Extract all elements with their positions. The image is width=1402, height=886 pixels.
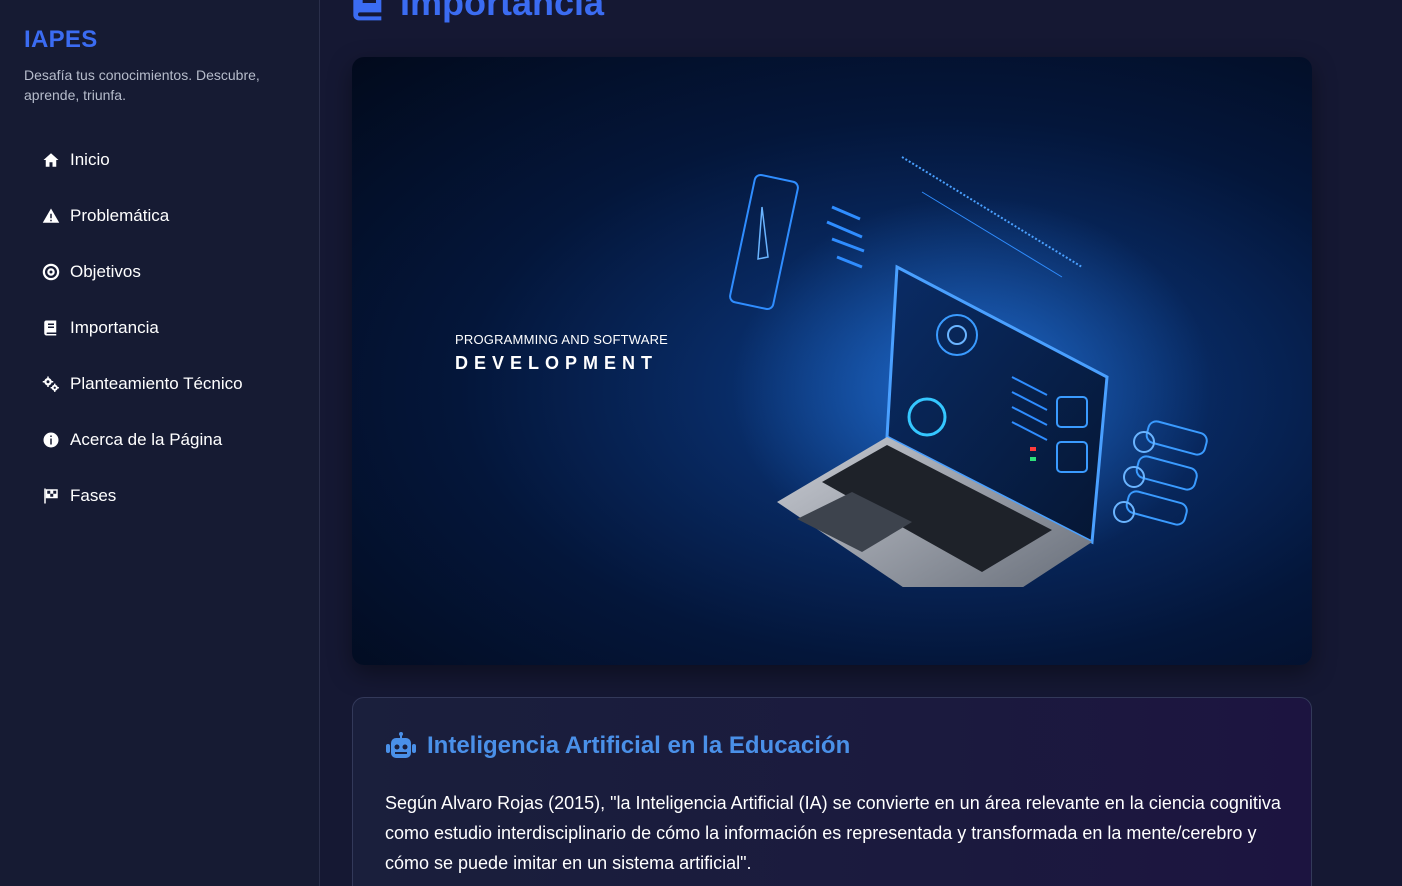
page-title-text: Importancia <box>400 0 605 23</box>
hero-image: PROGRAMMING AND SOFTWARE DEVELOPMENT <box>352 57 1312 665</box>
robot-icon <box>385 732 417 760</box>
info-icon <box>40 430 62 450</box>
app: IAPES Desafía tus conocimientos. Descubr… <box>0 0 1402 886</box>
sidebar-item-label: Inicio <box>70 150 110 169</box>
sidebar-item-fases[interactable]: Fases <box>40 476 300 516</box>
sidebar-item-label: Planteamiento Técnico <box>70 374 243 393</box>
card-title-text: Inteligencia Artificial en la Educación <box>427 732 851 759</box>
sidebar: IAPES Desafía tus conocimientos. Descubr… <box>0 0 320 886</box>
warning-icon <box>40 206 62 226</box>
sidebar-item-label: Objetivos <box>70 262 141 281</box>
sidebar-item-label: Problemática <box>70 206 170 225</box>
gears-icon <box>40 374 62 394</box>
sidebar-nav: Inicio Problemática Objetivos Importanci… <box>40 140 300 532</box>
card-title: Inteligencia Artificial en la Educación <box>385 732 850 760</box>
sidebar-item-planteamiento-tecnico[interactable]: Planteamiento Técnico <box>40 364 300 404</box>
sidebar-item-problematica[interactable]: Problemática <box>40 196 300 236</box>
sidebar-item-inicio[interactable]: Inicio <box>40 140 300 180</box>
page-title: Importancia <box>352 0 604 24</box>
laptop-illustration <box>729 156 1212 587</box>
ai-education-card: Inteligencia Artificial en la Educación … <box>352 697 1312 886</box>
target-icon <box>40 262 62 282</box>
hero-caption-small: PROGRAMMING AND SOFTWARE <box>455 332 669 347</box>
home-icon <box>40 150 62 170</box>
sidebar-item-importancia[interactable]: Importancia <box>40 308 300 348</box>
brand-tagline: Desafía tus conocimientos. Descubre, apr… <box>24 67 260 103</box>
hero-caption: PROGRAMMING AND SOFTWARE DEVELOPMENT <box>455 332 668 374</box>
book-icon <box>352 0 384 23</box>
card-body-text: Según Alvaro Rojas (2015), "la Inteligen… <box>385 793 1281 873</box>
sidebar-item-acerca[interactable]: Acerca de la Página <box>40 420 300 460</box>
sidebar-item-label: Fases <box>70 486 117 505</box>
sidebar-item-label: Importancia <box>70 318 159 337</box>
book-icon <box>40 318 62 338</box>
sidebar-item-label: Acerca de la Página <box>70 430 223 449</box>
sidebar-item-objetivos[interactable]: Objetivos <box>40 252 300 292</box>
flag-checkered-icon <box>40 486 62 506</box>
brand-logo[interactable]: IAPES <box>24 26 98 54</box>
hero-caption-big: DEVELOPMENT <box>455 353 659 373</box>
main-content: Importancia PROGRAMMING AND SOFTWARE DEV… <box>320 0 1402 886</box>
